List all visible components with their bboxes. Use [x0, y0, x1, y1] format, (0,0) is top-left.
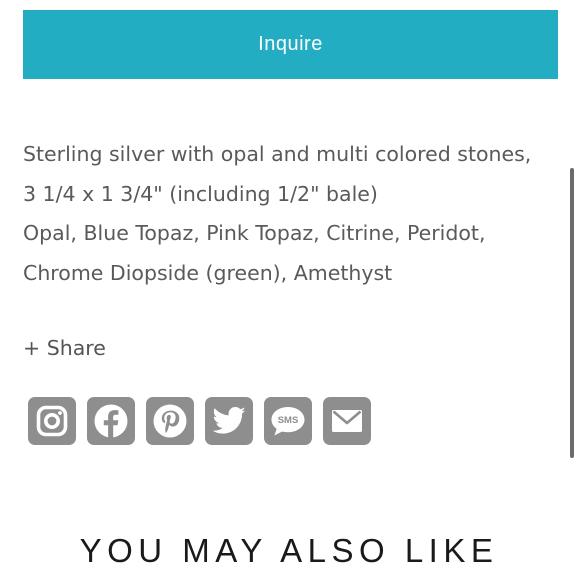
scrollbar[interactable]: [570, 168, 574, 458]
twitter-icon[interactable]: [205, 397, 253, 445]
instagram-icon[interactable]: [28, 397, 76, 445]
sms-icon-label: SMS: [278, 415, 299, 426]
share-toggle[interactable]: + Share: [23, 334, 106, 362]
pinterest-icon[interactable]: [146, 397, 194, 445]
inquire-button[interactable]: Inquire: [23, 10, 558, 79]
product-detail-page: Inquire Sterling silver with opal and mu…: [0, 0, 580, 580]
facebook-icon[interactable]: [87, 397, 135, 445]
description-line: Opal, Blue Topaz, Pink Topaz, Citrine, P…: [23, 221, 486, 245]
product-description: Sterling silver with opal and multi colo…: [23, 135, 568, 293]
description-line: Sterling silver with opal and multi colo…: [23, 142, 532, 166]
email-icon[interactable]: [323, 397, 371, 445]
description-line: Chrome Diopside (green), Amethyst: [23, 260, 393, 285]
description-line: 3 1/4 x 1 3/4" (including 1/2" bale): [23, 181, 378, 206]
related-products-heading: YOU MAY ALSO LIKE: [79, 532, 499, 569]
share-icon-row: SMS: [28, 397, 382, 445]
sms-icon[interactable]: SMS: [264, 397, 312, 445]
